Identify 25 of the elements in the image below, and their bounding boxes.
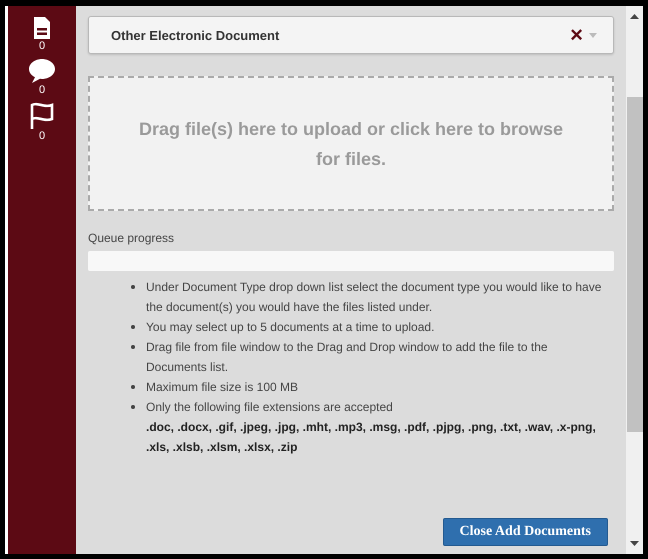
instruction-text: Drag file from file window to the Drag and Drop window to add the file to the Documents list. [146,340,548,374]
scrollbar[interactable] [626,6,643,554]
bullet-icon [131,285,135,289]
document-icon [33,16,51,40]
speech-bubble-icon [28,58,56,84]
flag-icon [29,102,55,130]
clear-button[interactable]: × [568,24,585,46]
scroll-down-icon[interactable] [630,541,639,546]
queue-progress-label: Queue progress [88,231,176,245]
scroll-up-icon[interactable] [630,14,639,19]
document-type-select[interactable]: Other Electronic Document × [88,16,614,54]
count-label: 0 [38,40,46,52]
close-add-documents-button[interactable]: Close Add Documents [442,518,608,546]
count-label: 0 [38,130,46,142]
instruction-text: You may select up to 5 documents at a time to upload. [146,320,434,334]
bullet-icon [131,325,135,329]
instruction-text: Maximum file size is 100 MB [146,380,298,394]
instruction-text: Under Document Type drop down list select the document type you would like to have the document(s) you would have the files listed under. [146,280,602,314]
bullet-icon [131,385,135,389]
bullet-icon [131,405,135,409]
count-label: 0 [38,84,46,96]
bullet-icon [131,345,135,349]
instruction-text: Only the following file extensions are accepted [146,400,393,414]
caret-icon [589,32,597,38]
extensions-list: .doc, .docx, .gif, .jpeg, .jpg, .mht, .mp3, .msg, .pdf, .pjpg, .png, .txt, .wav, .x-png, .xls, .xlsb, .xlsm, .xlsx, .zip [146,417,604,457]
